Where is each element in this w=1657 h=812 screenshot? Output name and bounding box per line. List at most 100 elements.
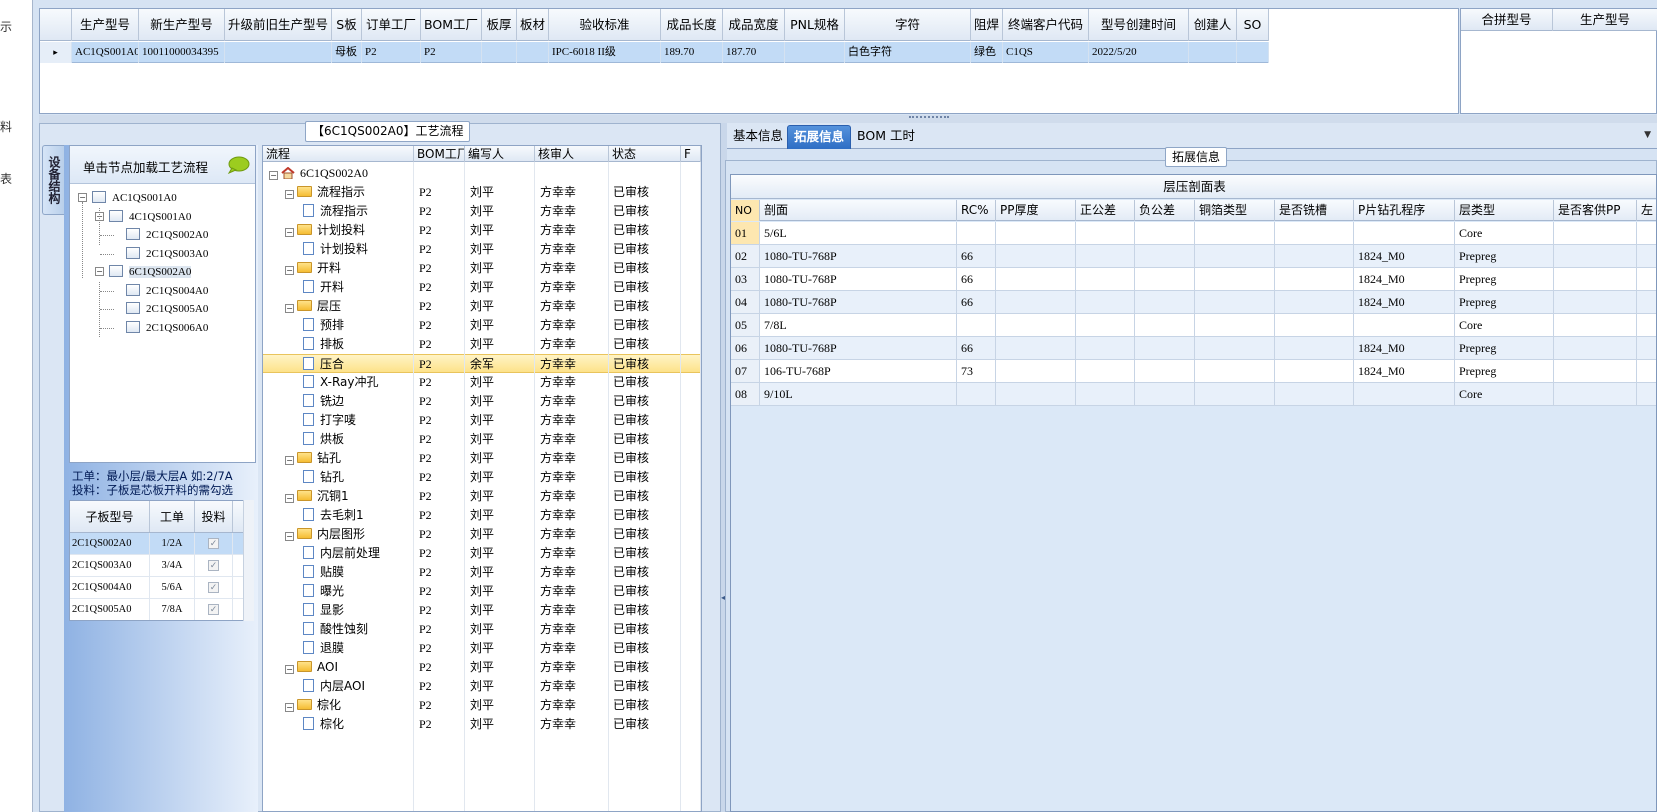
stack-cell[interactable]: 1824_M0 [1354, 291, 1455, 313]
stack-cell[interactable] [957, 222, 996, 244]
stack-no-cell[interactable]: 05 [731, 314, 760, 336]
stack-cell[interactable]: 1824_M0 [1354, 360, 1455, 382]
stack-cell[interactable] [1135, 360, 1195, 382]
stack-cell[interactable] [1135, 314, 1195, 336]
stack-cell[interactable] [1554, 222, 1637, 244]
stack-cell[interactable] [1637, 360, 1656, 382]
grid-cell[interactable]: 2022/5/20 [1089, 42, 1189, 63]
flow-row[interactable]: 曝光 P2 刘平 方幸幸 已审核 [263, 582, 701, 601]
stack-cell[interactable] [1195, 383, 1275, 405]
stack-cell[interactable] [1076, 268, 1135, 290]
sub-col-header[interactable]: 工单 [150, 501, 195, 532]
stack-col-header[interactable]: 剖面 [760, 200, 957, 221]
stack-cell[interactable] [1637, 383, 1656, 405]
stack-row[interactable]: 08 9/10L Core [731, 383, 1656, 406]
flow-col-header[interactable]: BOM工厂 [414, 146, 465, 162]
stack-cell[interactable]: Prepreg [1455, 291, 1554, 313]
stack-row[interactable]: 07 106-TU-768P 73 1824_M0 Prepreg [731, 360, 1656, 383]
stack-col-header[interactable]: RC% [957, 200, 996, 221]
stack-row[interactable]: 04 1080-TU-768P 66 1824_M0 Prepreg [731, 291, 1656, 314]
sub-col-header[interactable]: 子板型号 [70, 501, 150, 532]
stack-col-header[interactable]: 左 [1637, 200, 1656, 221]
flow-row[interactable]: − 钻孔 P2 刘平 方幸幸 已审核 [263, 449, 701, 468]
grid-cell[interactable]: C1QS [1003, 42, 1089, 63]
tree-node[interactable]: 2C1QS003A0 [126, 245, 208, 263]
stack-no-cell[interactable]: 06 [731, 337, 760, 359]
flow-row[interactable]: − 沉铜1 P2 刘平 方幸幸 已审核 [263, 487, 701, 506]
stack-cell[interactable] [996, 268, 1076, 290]
flow-row[interactable]: X-Ray冲孔 P2 刘平 方幸幸 已审核 [263, 373, 701, 392]
col-header[interactable]: 板厚 [482, 9, 517, 41]
stack-col-header[interactable]: PP厚度 [996, 200, 1076, 221]
flow-row[interactable]: − 内层图形 P2 刘平 方幸幸 已审核 [263, 525, 701, 544]
stack-cell[interactable] [1554, 314, 1637, 336]
stack-cell[interactable] [1637, 314, 1656, 336]
stack-no-cell[interactable]: 01 [731, 222, 760, 244]
sub-order-cell[interactable]: 3/4A [150, 555, 195, 576]
tree-collapse-icon[interactable]: − [285, 456, 294, 465]
col-header[interactable]: 字符 [845, 9, 971, 41]
tree-collapse-icon[interactable]: − [285, 665, 294, 674]
flow-row[interactable]: 压合 P2 余军 方幸幸 已审核 [263, 354, 701, 373]
tree-collapse-icon[interactable]: − [269, 171, 278, 180]
stack-cell[interactable] [1076, 337, 1135, 359]
stack-cell[interactable] [1637, 222, 1656, 244]
tree-node[interactable]: 4C1QS001A0 [109, 208, 191, 226]
flow-col-header[interactable]: 状态 [609, 146, 681, 162]
flow-row[interactable]: 开料 P2 刘平 方幸幸 已审核 [263, 278, 701, 297]
stack-cell[interactable] [1076, 383, 1135, 405]
stack-cell[interactable] [1637, 268, 1656, 290]
flow-row[interactable]: 流程指示 P2 刘平 方幸幸 已审核 [263, 202, 701, 221]
stack-no-cell[interactable]: 02 [731, 245, 760, 267]
flow-row[interactable]: − 棕化 P2 刘平 方幸幸 已审核 [263, 696, 701, 715]
stack-cell[interactable] [1275, 245, 1354, 267]
flow-row[interactable]: − 开料 P2 刘平 方幸幸 已审核 [263, 259, 701, 278]
stack-cell[interactable] [1554, 360, 1637, 382]
stack-cell[interactable] [1554, 383, 1637, 405]
merge-col-header[interactable]: 生产型号 [1553, 9, 1657, 31]
tree-collapse-icon[interactable]: − [95, 267, 104, 276]
flow-row[interactable]: − AOI P2 刘平 方幸幸 已审核 [263, 658, 701, 677]
stack-cell[interactable] [1354, 383, 1455, 405]
tab-3[interactable]: 工时 [884, 125, 921, 149]
stack-cell[interactable]: 1080-TU-768P [760, 268, 957, 290]
tab-dropdown-icon[interactable]: ▼ [1644, 130, 1651, 140]
flow-row[interactable]: 排板 P2 刘平 方幸幸 已审核 [263, 335, 701, 354]
flow-row[interactable]: 去毛刺1 P2 刘平 方幸幸 已审核 [263, 506, 701, 525]
stack-cell[interactable]: Core [1455, 222, 1554, 244]
product-grid[interactable]: 生产型号 新生产型号 升级前旧生产型号 S板 订单工厂 BOM工厂 板厚 板材 验收标准 成品长度… [39, 8, 1459, 114]
flow-row[interactable]: 计划投料 P2 刘平 方幸幸 已审核 [263, 240, 701, 259]
tree-node[interactable]: 2C1QS004A0 [126, 282, 208, 300]
stack-cell[interactable] [996, 314, 1076, 336]
col-header[interactable]: S板 [332, 9, 362, 41]
stack-cell[interactable]: 73 [957, 360, 996, 382]
tree-collapse-icon[interactable]: − [78, 193, 87, 202]
stack-col-header[interactable]: 层类型 [1455, 200, 1554, 221]
stack-cell[interactable] [1135, 268, 1195, 290]
tree-collapse-icon[interactable]: − [285, 532, 294, 541]
stack-row[interactable]: 05 7/8L Core [731, 314, 1656, 337]
stack-cell[interactable] [1076, 360, 1135, 382]
grid-cell[interactable]: IPC-6018 II级 [549, 42, 661, 63]
feed-checkbox[interactable]: ✓ [208, 538, 219, 549]
grid-cell[interactable]: 187.70 [723, 42, 785, 63]
stack-cell[interactable]: Prepreg [1455, 360, 1554, 382]
stack-cell[interactable] [1135, 222, 1195, 244]
tree-node[interactable]: 2C1QS005A0 [126, 300, 208, 318]
flow-row[interactable]: 内层AOI P2 刘平 方幸幸 已审核 [263, 677, 701, 696]
feed-checkbox[interactable]: ✓ [208, 582, 219, 593]
sub-order-cell[interactable]: 7/8A [150, 599, 195, 620]
flow-row[interactable]: 预排 P2 刘平 方幸幸 已审核 [263, 316, 701, 335]
stack-no-cell[interactable]: 03 [731, 268, 760, 290]
tree-collapse-icon[interactable]: − [285, 190, 294, 199]
stack-cell[interactable] [1554, 337, 1637, 359]
grid-cell[interactable]: AC1QS001A0 [72, 42, 139, 63]
splitter-grip-icon[interactable] [909, 116, 949, 121]
grid-cell[interactable] [785, 42, 845, 63]
stack-cell[interactable] [1275, 268, 1354, 290]
stack-cell[interactable] [957, 314, 996, 336]
col-header[interactable]: 升级前旧生产型号 [225, 9, 332, 41]
stack-cell[interactable] [1195, 360, 1275, 382]
stack-cell[interactable] [1135, 337, 1195, 359]
tree-node[interactable]: 2C1QS006A0 [126, 319, 208, 337]
